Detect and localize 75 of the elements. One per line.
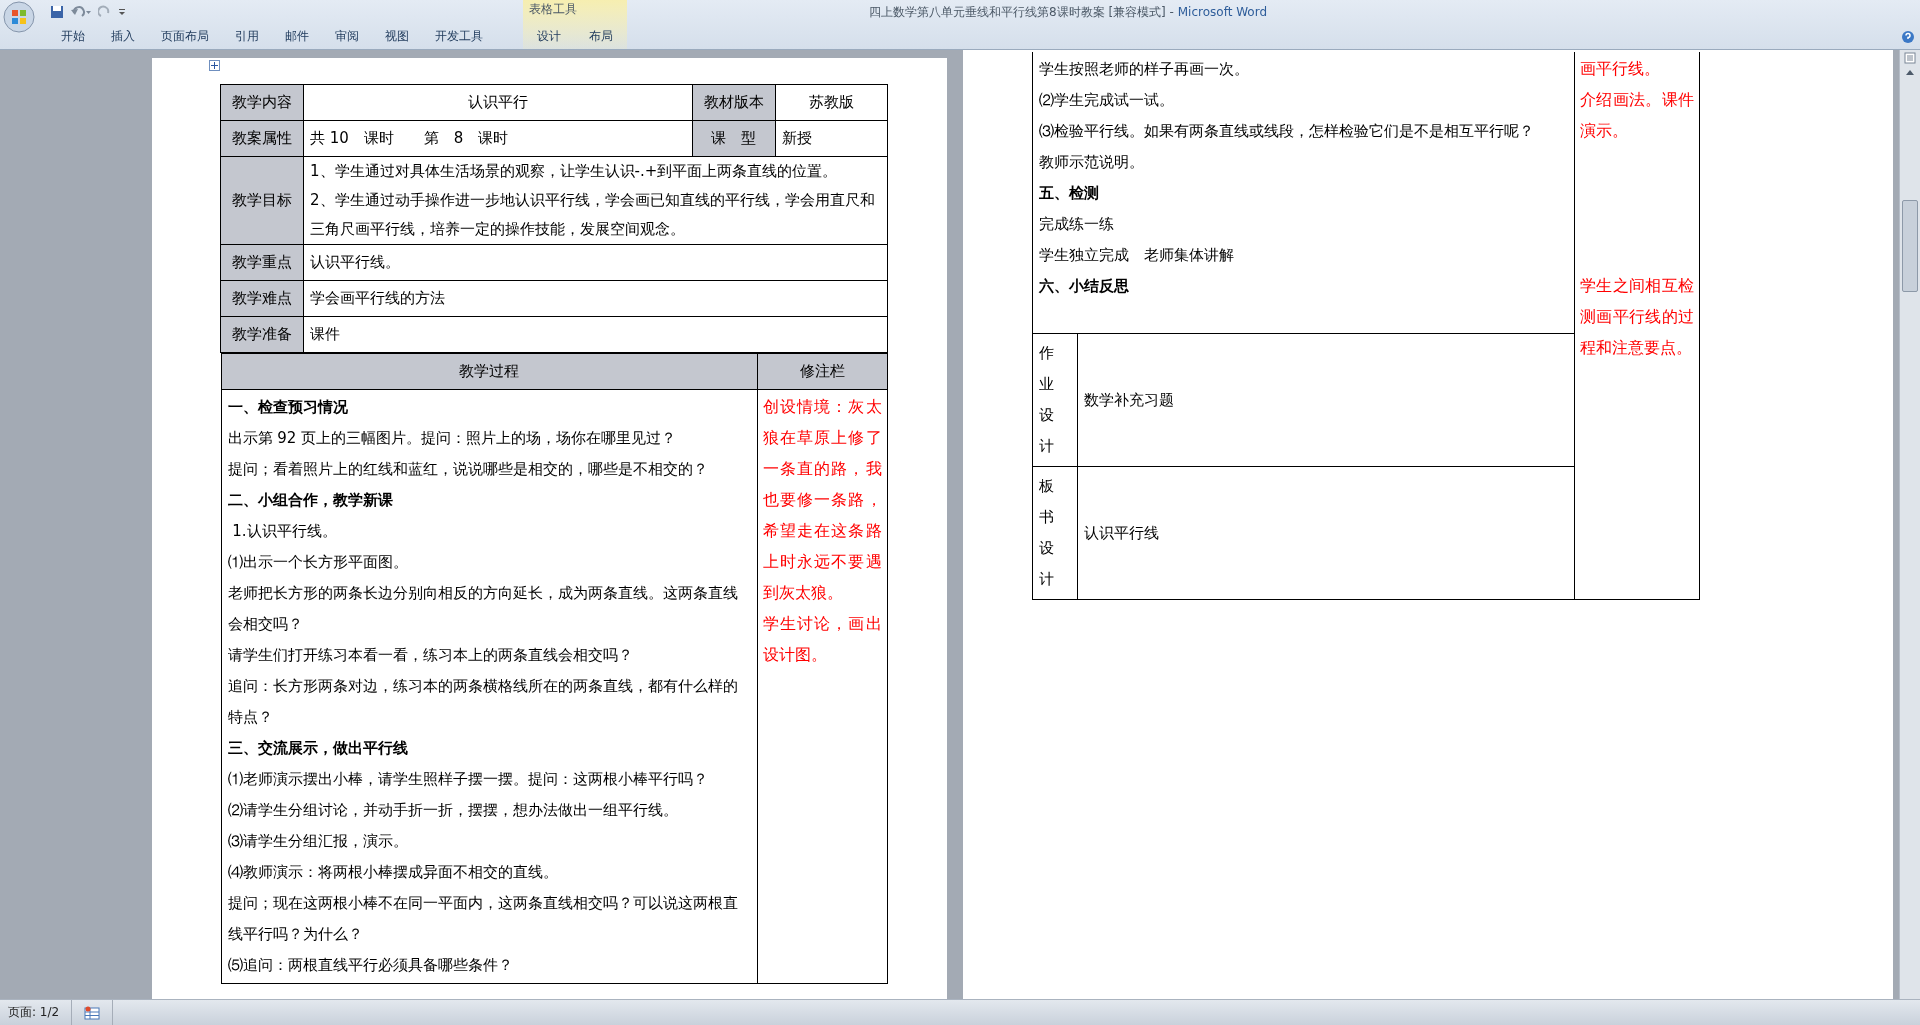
- paragraph: ⑷教师演示：将两根小棒摆成异面不相交的直线。: [227, 862, 559, 883]
- table-cell: 新授: [775, 120, 888, 157]
- ribbon-tab[interactable]: 视图: [372, 24, 422, 48]
- paragraph: ⑵学生完成试一试。: [1039, 90, 1175, 111]
- margin-note: 学生之间相互检测画平行线的过程和注意要点。: [1580, 276, 1694, 359]
- help-icon[interactable]: [1901, 30, 1915, 44]
- margin-note: 创设情境：灰太狼在草原上修了一条直的路，我也要修一条路，希望走在这条路上时永远不要遇到灰太狼。: [762, 397, 882, 604]
- ribbon-tab[interactable]: 邮件: [272, 24, 322, 48]
- label-cell: 教学目标: [220, 156, 304, 245]
- paragraph: ⑴出示一个长方形平面图。: [227, 552, 409, 573]
- cell-text: 认识平行线。: [310, 252, 401, 273]
- customize-toolbar-icon[interactable]: [118, 7, 126, 17]
- table-cell: 数学补充习题: [1084, 390, 1174, 409]
- margin-note: 学生讨论，画出设计图。: [762, 614, 882, 666]
- paragraph: 提问；现在这两根小棒不在同一平面内，这两条直线相交吗？可以说这两根直线平行吗？为什么？: [227, 893, 739, 945]
- ribbon-tab[interactable]: 设计: [523, 24, 575, 48]
- label-cell: 课 型: [692, 120, 776, 157]
- label-cell: 教学内容: [220, 84, 304, 121]
- cell-text: 1、学生通过对具体生活场景的观察，让学生认识-.+到平面上两条直线的位置。: [310, 161, 839, 182]
- paragraph: 请学生们打开练习本看一看，练习本上的两条直线会相交吗？: [227, 645, 634, 666]
- vertical-scrollbar[interactable]: [1899, 50, 1920, 999]
- section-heading: 一、检查预习情况: [227, 397, 349, 418]
- table-cell: 共 10 课时 第 8 课时: [303, 120, 693, 157]
- paragraph: 学生按照老师的样子再画一次。: [1039, 59, 1250, 80]
- ribbon-tab[interactable]: 页面布局: [148, 24, 222, 48]
- column-header: 教学过程: [221, 353, 757, 390]
- save-icon[interactable]: [50, 5, 64, 19]
- paragraph: 学生独立完成 老师集体讲解: [1039, 245, 1235, 266]
- ribbon-tab[interactable]: 审阅: [322, 24, 372, 48]
- scroll-up-icon[interactable]: [1905, 68, 1915, 76]
- column-header: 修注栏: [757, 353, 887, 390]
- paragraph: 1.认识平行线。: [231, 521, 338, 542]
- section-heading: 六、小结反思: [1039, 276, 1130, 297]
- paragraph: 提问；看着照片上的红线和蓝红，说说哪些是相交的，哪些是不相交的？: [227, 459, 709, 480]
- label-cell: 教学难点: [220, 280, 304, 317]
- margin-note: 介绍画法。课件演示。: [1580, 90, 1694, 142]
- office-button-icon[interactable]: [3, 1, 35, 33]
- paragraph: ⑸追问：两根直线平行必须具备哪些条件？: [227, 955, 514, 976]
- page-indicator[interactable]: 页面: 1/2: [0, 1000, 73, 1025]
- undo-icon[interactable]: [70, 5, 92, 19]
- margin-note: 画平行线。: [1580, 59, 1661, 80]
- label-cell: 教学准备: [220, 316, 304, 353]
- ribbon-tab[interactable]: 引用: [222, 24, 272, 48]
- scroll-thumb[interactable]: [1902, 200, 1918, 292]
- paragraph: 老师把长方形的两条长边分别向相反的方向延长，成为两条直线。这两条直线会相交吗？: [227, 583, 739, 635]
- table-icon[interactable]: [84, 1005, 101, 1020]
- ribbon-tab[interactable]: 开发工具: [422, 24, 496, 48]
- paragraph: ⑶检验平行线。如果有两条直线或线段，怎样检验它们是不是相互平行呢？: [1039, 121, 1535, 142]
- label-cell: 教材版本: [692, 84, 776, 121]
- window-title: 四上数学第八单元垂线和平行线第8课时教案 [兼容模式] - Microsoft Word: [868, 3, 1268, 21]
- table-cell: 苏教版: [775, 84, 888, 121]
- row-label: 板书设计: [1039, 476, 1054, 590]
- paragraph: ⑶请学生分组汇报，演示。: [227, 831, 409, 852]
- cell-text: 课件: [310, 324, 341, 345]
- paragraph: ⑴老师演示摆出小棒，请学生照样子摆一摆。提问：这两根小棒平行吗？: [227, 769, 709, 790]
- context-group-label: 表格工具: [528, 1, 578, 18]
- paragraph: 出示第 92 页上的三幅图片。提问：照片上的场，场你在哪里见过？: [227, 428, 678, 449]
- ribbon-tab[interactable]: 插入: [98, 24, 148, 48]
- label-cell: 教学重点: [220, 244, 304, 281]
- ribbon-tab[interactable]: 布局: [575, 24, 627, 48]
- table-move-handle-icon[interactable]: [209, 60, 220, 71]
- paragraph: 追问：长方形两条对边，练习本的两条横格线所在的两条直线，都有什么样的特点？: [227, 676, 739, 728]
- section-heading: 二、小组合作，教学新课: [227, 490, 394, 511]
- cell-text: 2、学生通过动手操作进一步地认识平行线，学会画已知直线的平行线，学会用直尺和三角尺画平行线，培养一定的操作技能，发展空间观念。: [310, 190, 876, 240]
- table-cell: 认识平行线: [1084, 523, 1159, 542]
- ribbon-tab[interactable]: 开始: [48, 24, 98, 48]
- row-label: 作业设计: [1039, 343, 1054, 457]
- paragraph: ⑵请学生分组讨论，并动手折一折，摆摆，想办法做出一组平行线。: [227, 800, 679, 821]
- section-heading: 三、交流展示，做出平行线: [227, 738, 409, 759]
- section-heading: 五、检测: [1039, 183, 1100, 204]
- label-cell: 教案属性: [220, 120, 304, 157]
- cell-text: 学会画平行线的方法: [310, 288, 446, 309]
- paragraph: 教师示范说明。: [1039, 152, 1145, 173]
- paragraph: 完成练一练: [1039, 214, 1115, 235]
- table-cell: 认识平行: [303, 84, 693, 121]
